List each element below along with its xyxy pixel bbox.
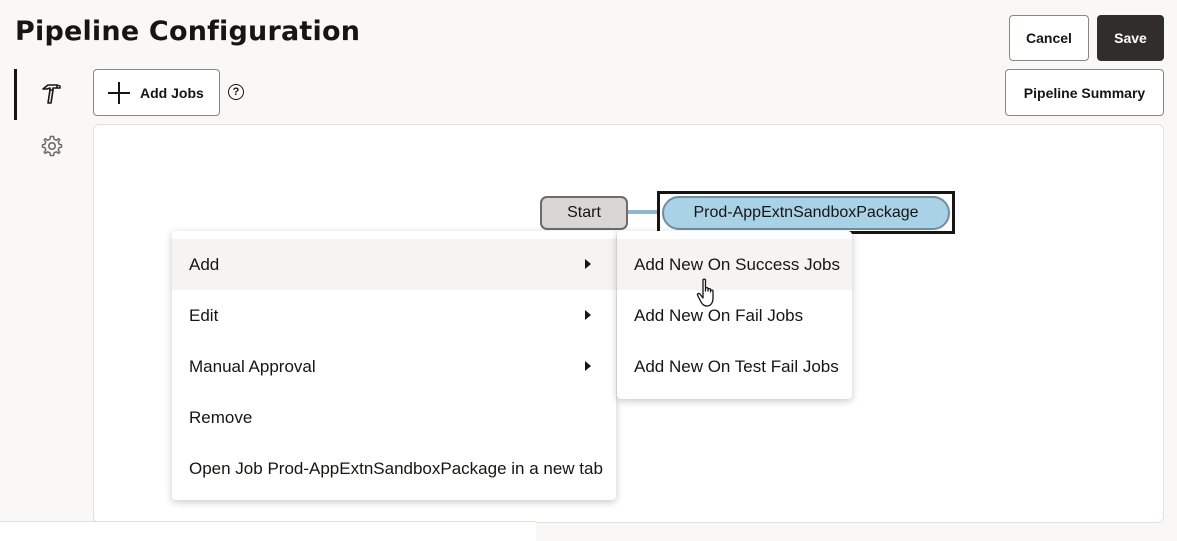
submenu-arrow-icon: [585, 361, 591, 371]
menu-item-manual-approval[interactable]: Manual Approval: [172, 341, 616, 392]
hammer-icon[interactable]: [40, 82, 64, 106]
hand-cursor-icon: [696, 278, 714, 307]
submenu-item-label: Add New On Success Jobs: [634, 254, 840, 274]
pipeline-connector: [628, 210, 660, 214]
add-jobs-label: Add Jobs: [140, 84, 204, 101]
menu-item-remove[interactable]: Remove: [172, 392, 616, 443]
menu-item-label: Edit: [189, 305, 219, 325]
submenu-arrow-icon: [585, 259, 591, 269]
add-jobs-button[interactable]: Add Jobs: [93, 69, 220, 116]
status-strip: [0, 521, 536, 541]
start-node[interactable]: Start: [540, 196, 628, 230]
menu-item-label: Open Job Prod-AppExtnSandboxPackage in a…: [189, 458, 603, 478]
save-button[interactable]: Save: [1097, 15, 1164, 61]
submenu-item-add-on-test-fail[interactable]: Add New On Test Fail Jobs: [617, 341, 852, 392]
context-menu: Add Edit Manual Approval Remove Open Job…: [172, 231, 616, 500]
gear-icon[interactable]: [40, 134, 64, 158]
submenu-arrow-icon: [585, 310, 591, 320]
plus-icon: [108, 81, 130, 104]
menu-item-label: Remove: [189, 407, 253, 427]
page-title: Pipeline Configuration: [15, 16, 361, 47]
sidebar-active-indicator: [14, 69, 17, 120]
menu-item-label: Manual Approval: [189, 356, 316, 376]
job-node[interactable]: Prod-AppExtnSandboxPackage: [662, 196, 950, 230]
menu-item-add[interactable]: Add: [172, 239, 616, 290]
submenu-item-add-on-fail[interactable]: Add New On Fail Jobs: [617, 290, 852, 341]
help-icon[interactable]: ?: [228, 84, 244, 100]
submenu-item-label: Add New On Test Fail Jobs: [634, 356, 839, 376]
pipeline-summary-button[interactable]: Pipeline Summary: [1005, 69, 1164, 116]
submenu-item-add-on-success[interactable]: Add New On Success Jobs: [617, 239, 852, 290]
menu-item-open-job-new-tab[interactable]: Open Job Prod-AppExtnSandboxPackage in a…: [172, 443, 616, 494]
add-submenu: Add New On Success Jobs Add New On Fail …: [617, 231, 852, 399]
menu-item-edit[interactable]: Edit: [172, 290, 616, 341]
menu-item-label: Add: [189, 254, 220, 274]
cancel-button[interactable]: Cancel: [1009, 15, 1089, 61]
